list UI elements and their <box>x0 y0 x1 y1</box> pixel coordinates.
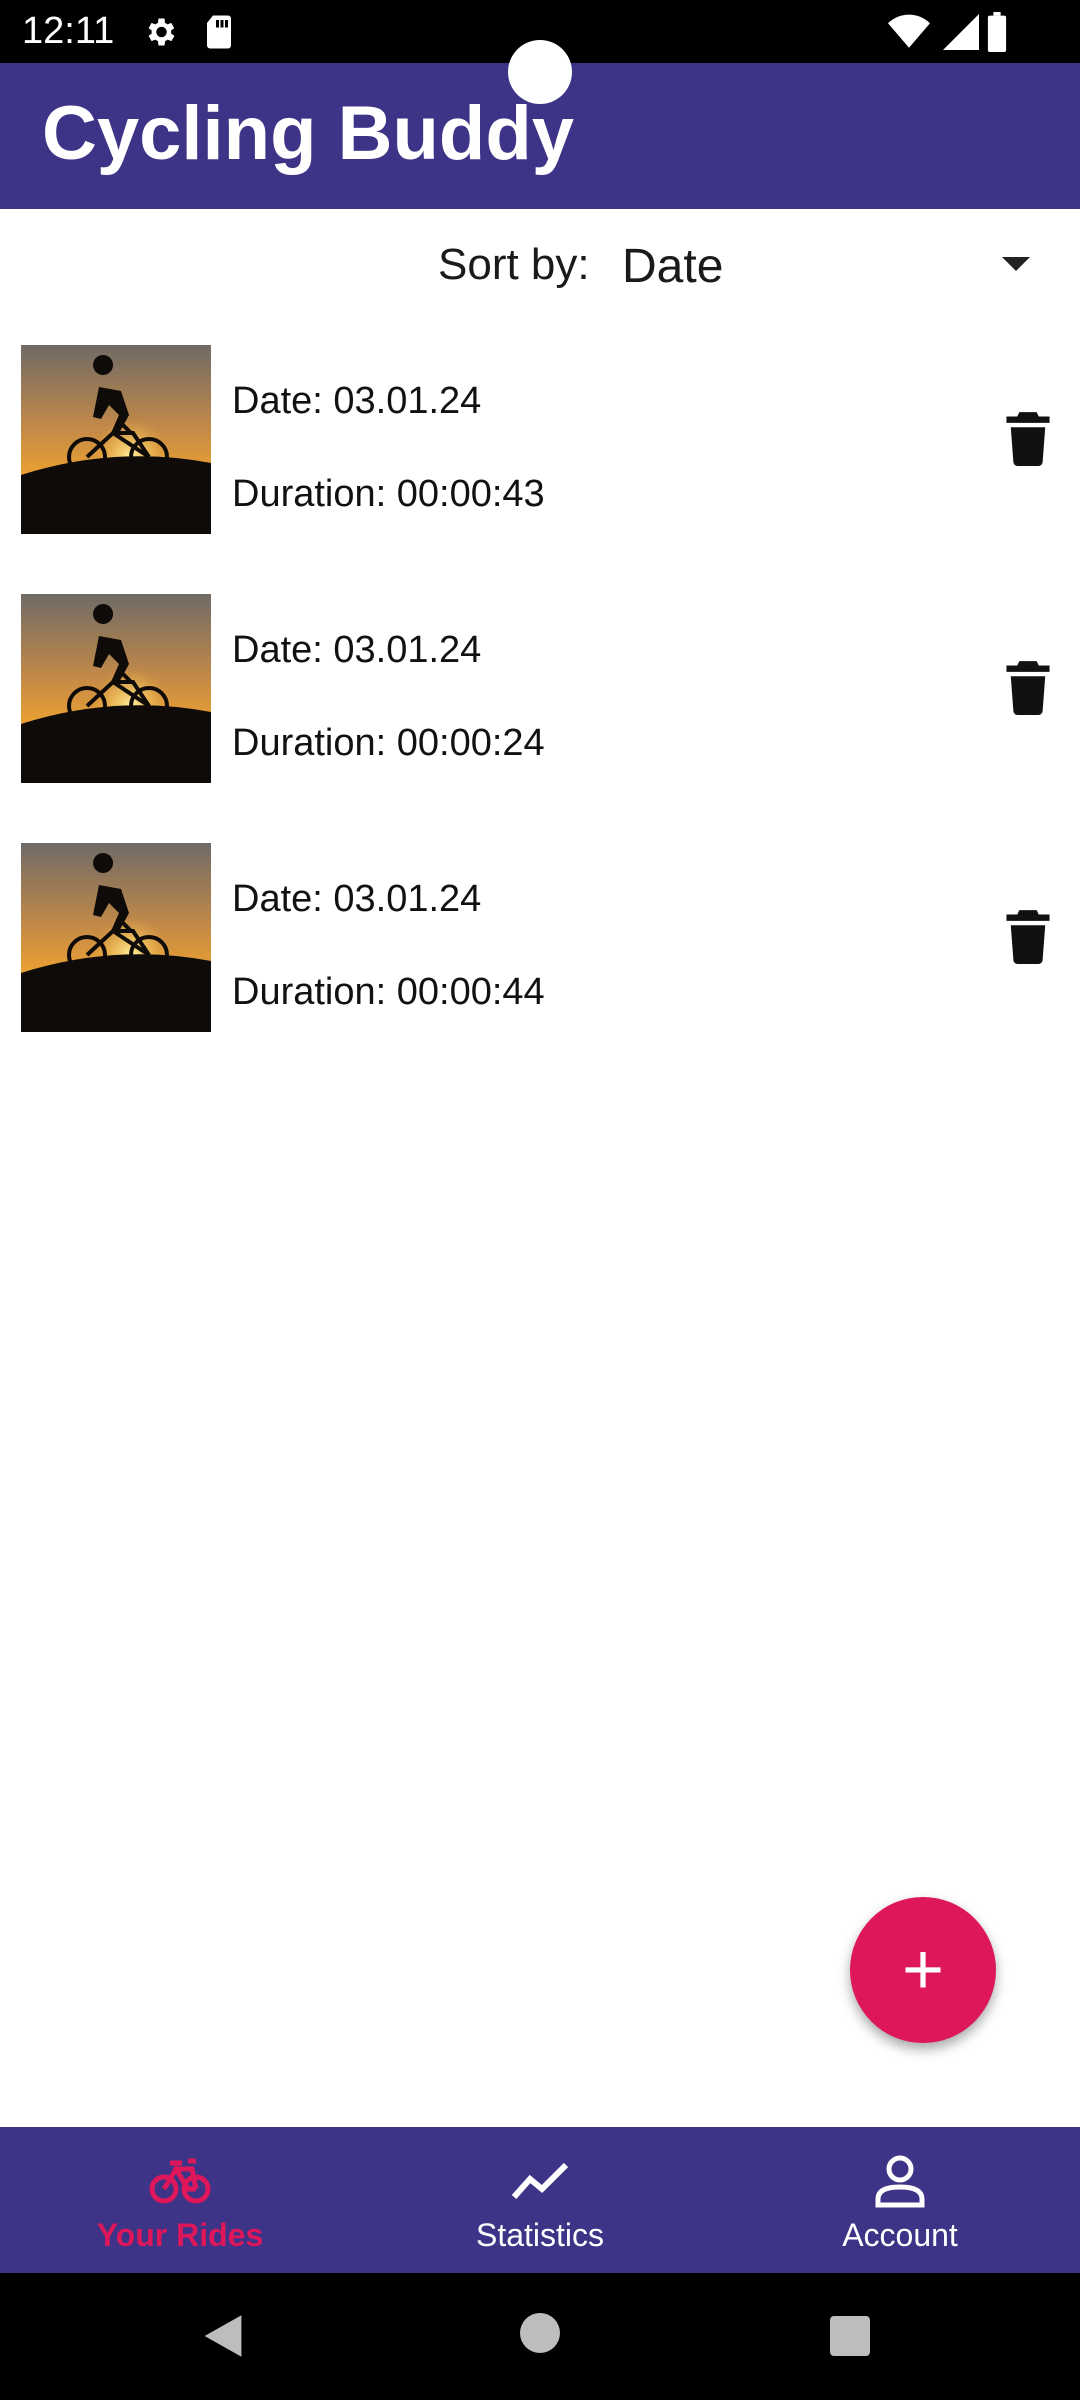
signal-icon <box>943 14 979 50</box>
ride-duration: Duration: 00:00:24 <box>232 722 545 764</box>
recents-icon[interactable] <box>830 2316 870 2356</box>
list-item[interactable]: Date: 03.01.24 Duration: 00:00:43 <box>0 340 1080 589</box>
chevron-down-icon <box>1002 257 1030 271</box>
ride-duration: Duration: 00:00:44 <box>232 971 545 1013</box>
ride-duration: Duration: 00:00:43 <box>232 473 545 515</box>
ride-date: Date: 03.01.24 <box>232 878 482 920</box>
sort-selected-value: Date <box>622 240 724 293</box>
wifi-icon <box>888 14 930 48</box>
system-nav-bar <box>0 2273 1080 2400</box>
trash-icon[interactable] <box>1002 410 1054 466</box>
add-ride-button[interactable]: + <box>850 1897 996 2043</box>
nav-label: Account <box>842 2217 958 2253</box>
gear-icon <box>148 18 175 46</box>
status-time: 12:11 <box>22 10 115 52</box>
ride-thumbnail <box>21 345 211 534</box>
nav-item-account[interactable]: Account <box>720 2127 1080 2273</box>
sort-row: Sort by: Date <box>0 209 1080 319</box>
sort-dropdown[interactable]: Date <box>622 229 1052 301</box>
bottom-nav: Your Rides Statistics Account <box>0 2127 1080 2273</box>
list-item[interactable]: Date: 03.01.24 Duration: 00:00:44 <box>0 838 1080 1087</box>
ride-date: Date: 03.01.24 <box>232 380 482 422</box>
bicycle-icon <box>149 2158 211 2204</box>
trash-icon[interactable] <box>1002 659 1054 715</box>
plus-icon: + <box>901 1930 945 2010</box>
home-icon[interactable] <box>520 2313 560 2353</box>
person-icon <box>875 2155 925 2208</box>
trash-icon[interactable] <box>1002 908 1054 964</box>
ride-thumbnail <box>21 594 211 783</box>
back-icon[interactable] <box>200 2313 246 2359</box>
nav-item-your-rides[interactable]: Your Rides <box>0 2127 360 2273</box>
sd-card-icon <box>207 15 231 49</box>
list-item[interactable]: Date: 03.01.24 Duration: 00:00:24 <box>0 589 1080 838</box>
battery-icon <box>987 12 1007 52</box>
chart-line-icon <box>511 2162 569 2199</box>
app-title: Cycling Buddy <box>42 91 575 176</box>
nav-label: Statistics <box>475 2217 605 2253</box>
ride-date: Date: 03.01.24 <box>232 629 482 671</box>
camera-cutout <box>508 40 572 104</box>
ride-thumbnail <box>21 843 211 1032</box>
nav-item-statistics[interactable]: Statistics <box>360 2127 720 2273</box>
ride-list: Date: 03.01.24 Duration: 00:00:43 Date: … <box>0 340 1080 1087</box>
nav-label: Your Rides <box>96 2217 264 2253</box>
sort-label: Sort by: <box>438 240 590 289</box>
